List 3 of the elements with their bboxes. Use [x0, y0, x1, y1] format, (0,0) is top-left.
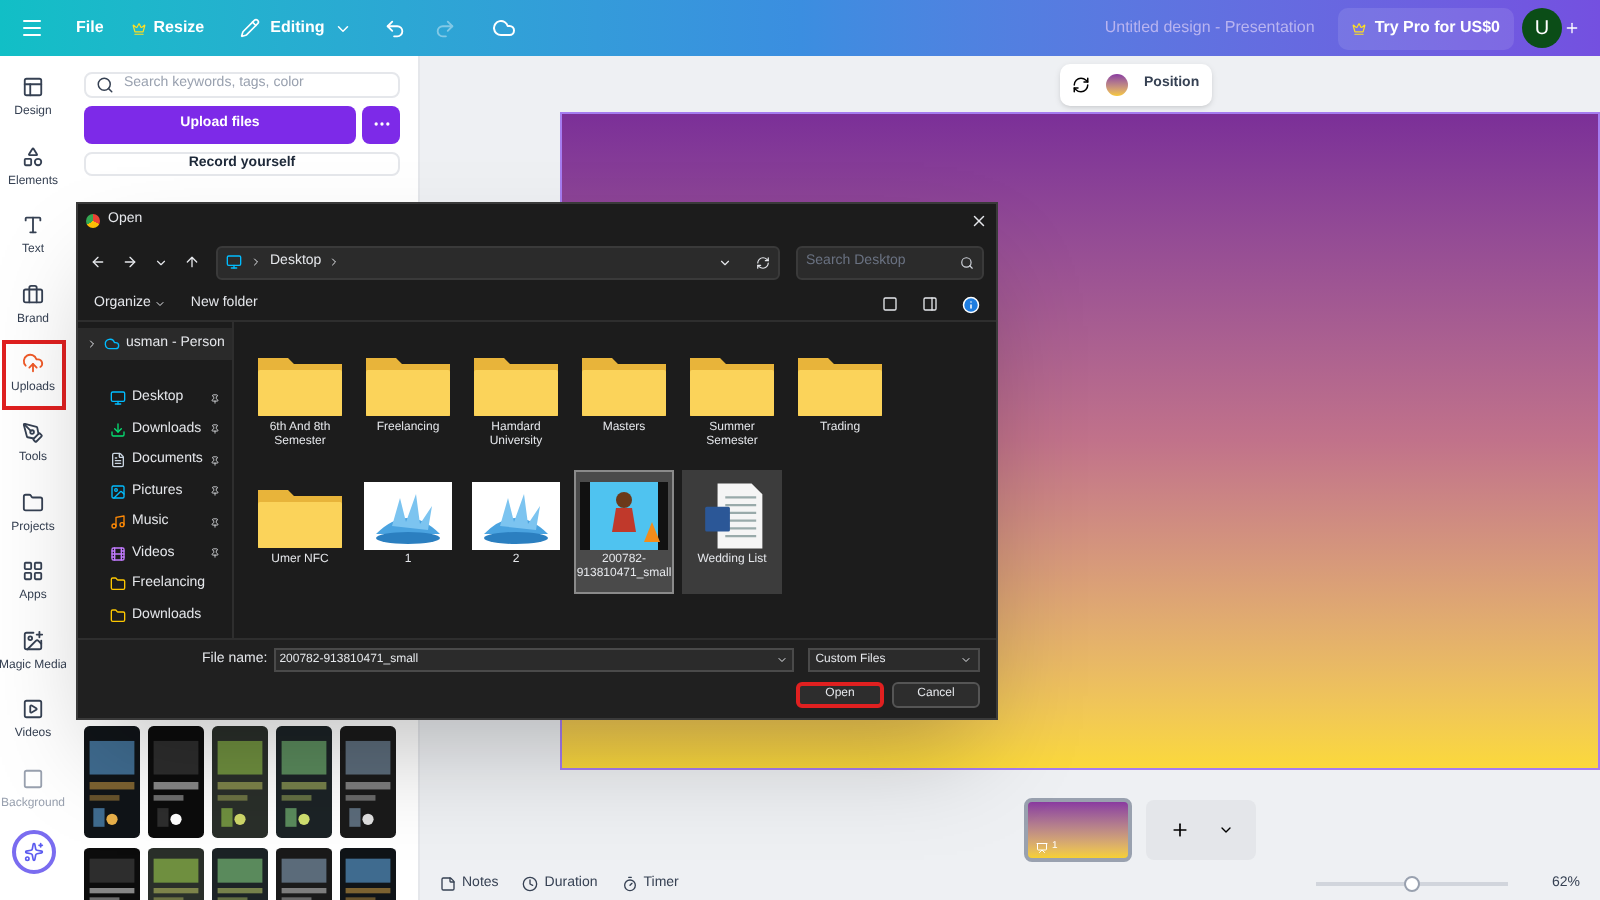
- avatar[interactable]: U: [1522, 8, 1562, 48]
- try-pro-button[interactable]: Try Pro for US$0: [1338, 7, 1514, 49]
- document-title: Untitled design - Presentation: [1104, 16, 1315, 40]
